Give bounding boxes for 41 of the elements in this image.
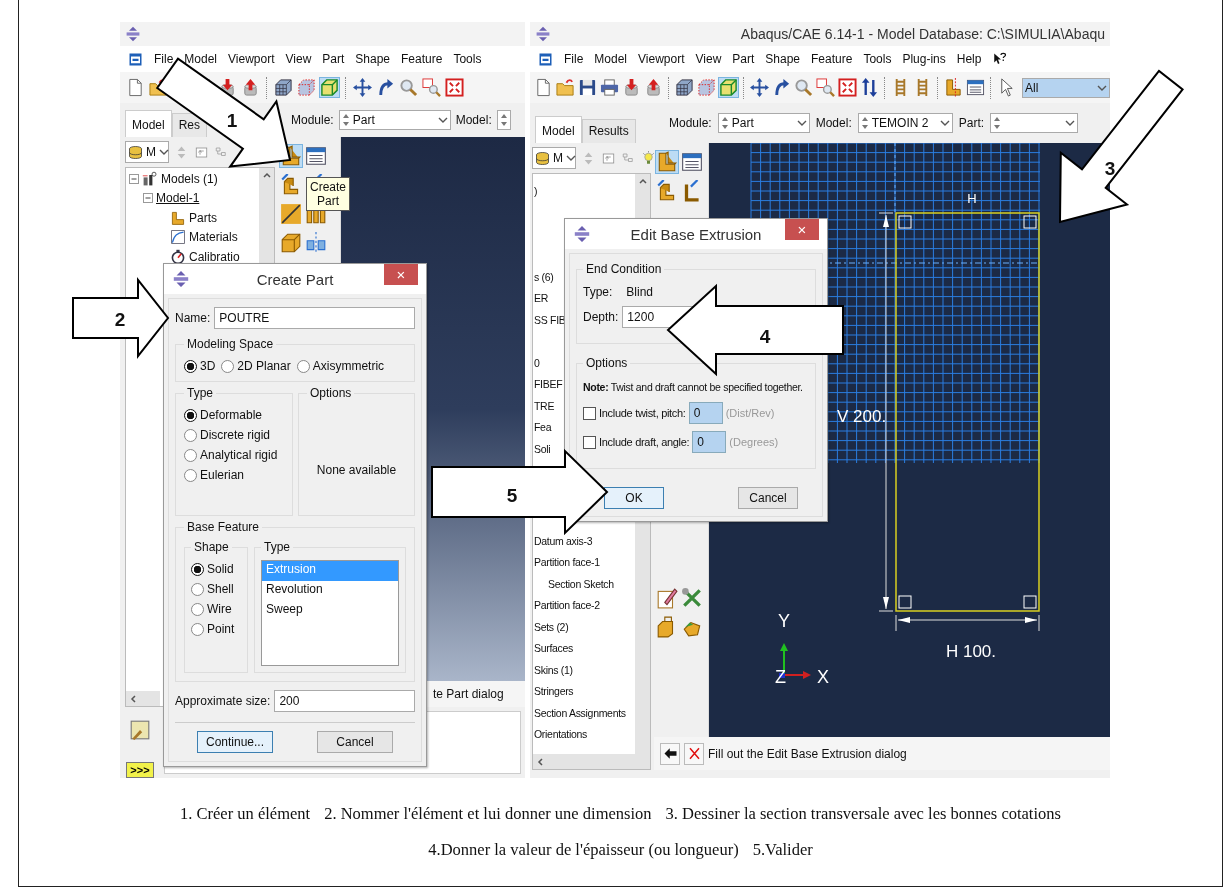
step-number: 3 [1104, 157, 1116, 179]
dialog-title: Create Part [255, 270, 335, 288]
field-label: Part: [958, 116, 985, 130]
options-message: None available [316, 462, 397, 477]
tooltip: Create Part [306, 177, 350, 211]
unit-label: (Dist/Rev) [725, 407, 775, 419]
step-number: 2 [114, 308, 126, 330]
axis-label: X [817, 667, 829, 687]
field-label: Model: [455, 113, 492, 127]
note-text: Note: Twist and draft cannot be specified together. [583, 380, 804, 394]
caption-step: 3. Dessiner la section transversale avec les bonnes cotations [665, 796, 1061, 832]
caption-step: 4.Donner la valeur de l'épaisseur (ou longueur) [428, 832, 739, 868]
dimension-label: H 100. [945, 642, 997, 661]
caption-step: 1. Créer un élément [180, 796, 311, 832]
field-label: Depth: [583, 310, 619, 324]
group-title: Options [585, 356, 629, 370]
field-label: Module: [291, 113, 334, 127]
field-value: Blind [626, 285, 654, 299]
caption-step: 2. Nommer l'élément et lui donner une dimension [324, 796, 652, 832]
field-label: Model: [815, 116, 852, 130]
caption-step: 5.Valider [752, 832, 813, 868]
axis-label: Y [778, 611, 790, 631]
dialog-title: Edit Base Extrusion [629, 225, 763, 243]
group-title: Type [186, 386, 214, 400]
group-title: Shape [193, 540, 230, 554]
field-label: Approximate size: [175, 694, 271, 708]
group-title: Base Feature [186, 520, 261, 534]
group-title: End Condition [585, 262, 663, 276]
step-number: 1 [226, 109, 238, 131]
group-title: Options [309, 386, 353, 400]
prompt-text: te Part dialog [433, 687, 504, 701]
unit-label: (Degrees) [729, 436, 779, 448]
group-title: Modeling Space [186, 337, 275, 351]
field-label: Type: [583, 285, 613, 299]
field-label: Name: [175, 311, 211, 325]
field-label: Module: [669, 116, 712, 130]
step-number: 5 [506, 484, 518, 506]
window-title: Abaqus/CAE 6.14-1 - Model Database: C:\SIMULIA\Abaqu [740, 26, 1105, 42]
step-number: 4 [759, 325, 771, 347]
group-title: Type [263, 540, 291, 554]
prompt-text: Fill out the Edit Base Extrusion dialog [708, 746, 907, 761]
